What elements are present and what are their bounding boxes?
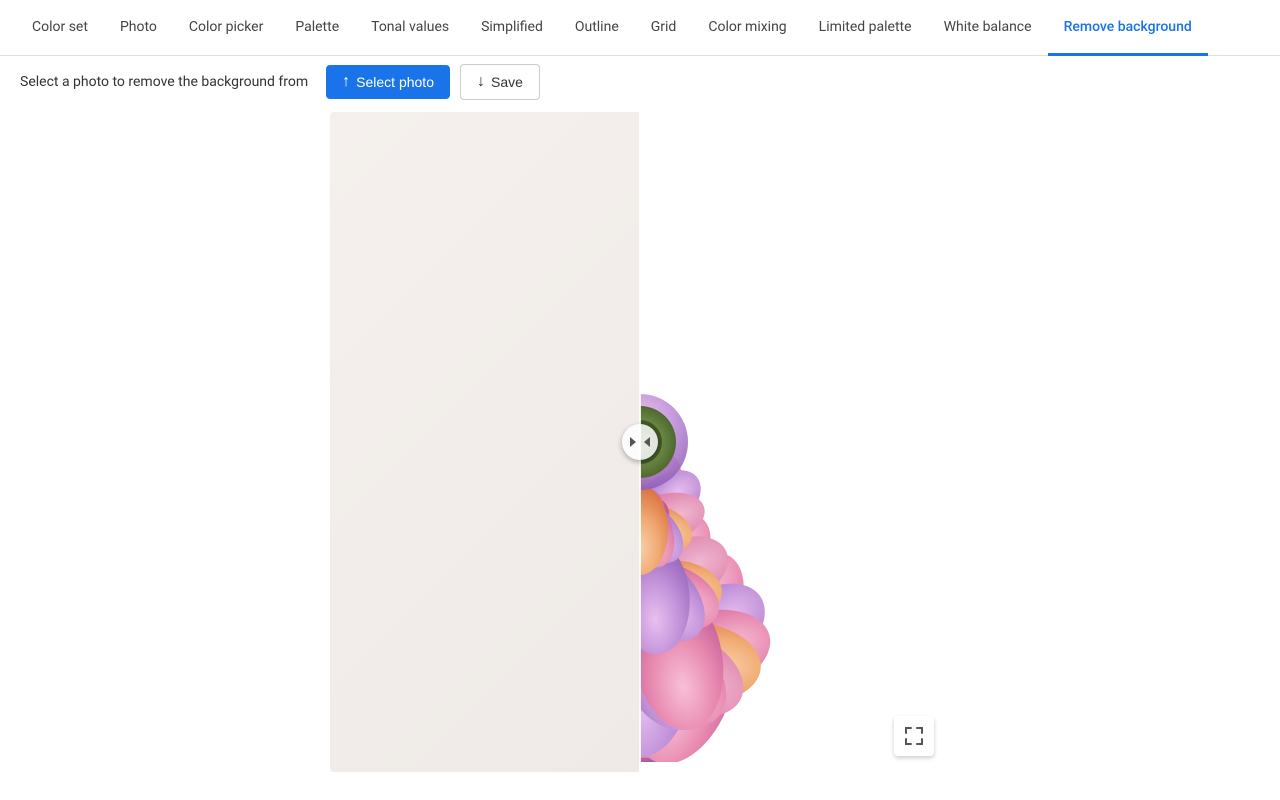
image-compare-wrapper: [330, 112, 950, 772]
expand-icon: [905, 727, 923, 745]
main-nav: Color set Photo Color picker Palette Ton…: [0, 0, 1280, 56]
nav-item-photo[interactable]: Photo: [104, 0, 173, 56]
compare-drag-handle[interactable]: [622, 424, 658, 460]
nav-item-limited-palette[interactable]: Limited palette: [803, 0, 928, 56]
nav-bar: Color set Photo Color picker Palette Ton…: [0, 0, 1280, 56]
image-area: ArtistAssistApp.com: [330, 112, 950, 772]
nav-item-simplified[interactable]: Simplified: [465, 0, 559, 56]
arrows-icon: [630, 434, 650, 450]
nav-item-color-mixing[interactable]: Color mixing: [692, 0, 802, 56]
main-content: ArtistAssistApp.com: [0, 112, 1280, 800]
nav-item-outline[interactable]: Outline: [559, 0, 635, 56]
description-text: Select a photo to remove the background …: [20, 74, 308, 90]
nav-item-grid[interactable]: Grid: [635, 0, 693, 56]
download-icon: ↓: [477, 73, 485, 91]
upload-icon: ↑: [342, 73, 350, 91]
image-compare: [330, 112, 950, 772]
nav-item-palette[interactable]: Palette: [279, 0, 355, 56]
nav-item-remove-background[interactable]: Remove background: [1048, 0, 1208, 56]
controls-row: Select a photo to remove the background …: [0, 56, 1280, 112]
select-photo-button[interactable]: ↑ Select photo: [326, 65, 450, 99]
nav-item-color-set[interactable]: Color set: [16, 0, 104, 56]
nav-item-white-balance[interactable]: White balance: [928, 0, 1048, 56]
save-button[interactable]: ↓ Save: [460, 64, 540, 100]
nav-item-color-picker[interactable]: Color picker: [173, 0, 279, 56]
nav-item-tonal-values[interactable]: Tonal values: [355, 0, 465, 56]
expand-button[interactable]: [894, 716, 934, 756]
